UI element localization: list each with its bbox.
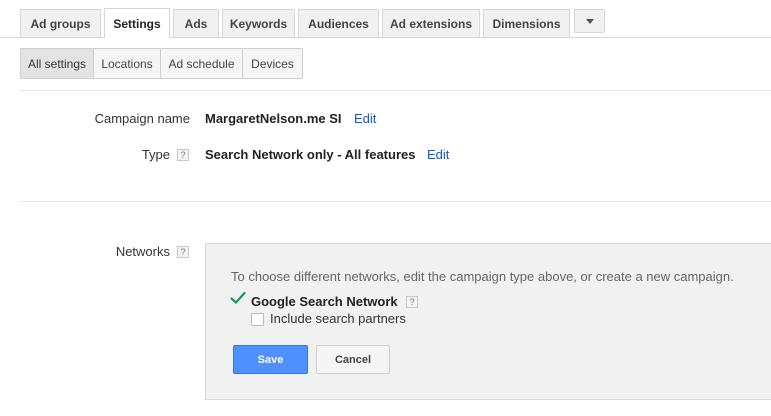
more-tabs-button[interactable] bbox=[574, 9, 605, 33]
type-label: Type bbox=[141, 147, 170, 162]
help-icon[interactable]: ? bbox=[406, 296, 418, 308]
subtab-ad-schedule[interactable]: Ad schedule bbox=[160, 48, 243, 79]
section-divider bbox=[20, 90, 771, 91]
tab-ad-extensions[interactable]: Ad extensions bbox=[382, 9, 480, 37]
tab-settings[interactable]: Settings bbox=[104, 8, 170, 38]
networks-label: Networks bbox=[115, 244, 170, 259]
campaign-type-value: Search Network only - All features bbox=[205, 147, 416, 162]
tab-ads[interactable]: Ads bbox=[173, 9, 219, 37]
subtab-devices[interactable]: Devices bbox=[242, 48, 303, 79]
campaign-name-label: Campaign name bbox=[94, 111, 190, 126]
settings-subtabs: All settings Locations Ad schedule Devic… bbox=[20, 48, 303, 79]
include-search-partners-checkbox[interactable] bbox=[251, 313, 264, 326]
save-button[interactable]: Save bbox=[233, 345, 308, 374]
tab-dimensions[interactable]: Dimensions bbox=[483, 9, 570, 37]
subtab-locations[interactable]: Locations bbox=[93, 48, 161, 79]
section-divider bbox=[20, 201, 771, 202]
cancel-button[interactable]: Cancel bbox=[316, 345, 390, 374]
help-icon[interactable]: ? bbox=[177, 149, 189, 161]
networks-note: To choose different networks, edit the c… bbox=[231, 269, 734, 284]
networks-panel: To choose different networks, edit the c… bbox=[205, 243, 771, 400]
include-search-partners-label[interactable]: Include search partners bbox=[270, 311, 406, 326]
tab-ad-groups[interactable]: Ad groups bbox=[20, 9, 101, 37]
campaign-type-edit-link[interactable]: Edit bbox=[427, 147, 449, 162]
google-search-network-label: Google Search Network bbox=[251, 294, 398, 309]
subtab-all-settings[interactable]: All settings bbox=[20, 48, 94, 79]
checkmark-icon bbox=[230, 291, 246, 304]
top-tab-bar: Ad groups Settings Ads Keywords Audience… bbox=[0, 0, 771, 38]
tab-audiences[interactable]: Audiences bbox=[298, 9, 379, 37]
tab-keywords[interactable]: Keywords bbox=[222, 9, 295, 37]
campaign-name-edit-link[interactable]: Edit bbox=[354, 111, 376, 126]
campaign-name-value: MargaretNelson.me SI bbox=[205, 111, 342, 126]
help-icon[interactable]: ? bbox=[177, 246, 189, 258]
chevron-down-icon bbox=[585, 18, 594, 24]
